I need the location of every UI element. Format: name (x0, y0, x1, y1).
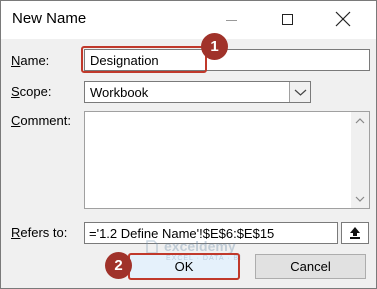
title-bar[interactable]: New Name (1, 1, 376, 39)
exceldemy-watermark: exceldemy EXCEL · DATA · BI (144, 238, 264, 272)
refers-label-rest: efers to: (20, 225, 68, 240)
scope-dropdown[interactable]: Workbook (84, 81, 311, 103)
new-name-dialog: New Name Name: Designation Scope: Workbo… (0, 0, 377, 289)
refers-label-accel: R (11, 225, 21, 240)
maximize-button (265, 1, 310, 39)
comment-label: Comment: (11, 113, 71, 128)
dialog-title: New Name (12, 10, 87, 27)
scope-label-accel: S (11, 84, 20, 99)
minimize-icon (226, 20, 237, 21)
watermark-tagline: EXCEL · DATA · BI (166, 255, 242, 262)
close-button[interactable] (321, 1, 366, 39)
watermark-name: exceldemy (164, 238, 236, 254)
close-icon (335, 11, 351, 27)
range-select-icon (350, 227, 360, 239)
step-1-badge: 1 (201, 33, 228, 60)
comment-scrollbar[interactable] (351, 112, 369, 208)
cancel-label: Cancel (290, 259, 331, 274)
chevron-down-icon (294, 89, 307, 96)
name-input-value: Designation (90, 53, 159, 68)
scope-label-rest: cope: (19, 84, 52, 99)
scroll-down-icon (355, 196, 365, 202)
step-2-badge: 2 (105, 252, 132, 279)
name-label: Name: (11, 53, 49, 68)
exceldemy-logo-icon (146, 240, 158, 254)
comment-label-rest: omment: (20, 113, 71, 128)
refers-to-label: Refers to: (11, 225, 67, 240)
dropdown-arrow-button[interactable] (289, 82, 310, 102)
comment-label-accel: C (11, 113, 21, 128)
collapse-dialog-button[interactable] (341, 222, 369, 244)
scope-value: Workbook (90, 85, 149, 100)
name-input[interactable]: Designation (84, 49, 370, 71)
comment-textarea[interactable] (84, 111, 370, 209)
name-label-accel: N (11, 53, 21, 68)
scroll-up-icon (355, 118, 365, 124)
name-label-rest: ame: (20, 53, 50, 68)
cancel-button[interactable]: Cancel (255, 254, 366, 279)
scope-label: Scope: (11, 84, 51, 99)
maximize-icon (282, 14, 293, 25)
